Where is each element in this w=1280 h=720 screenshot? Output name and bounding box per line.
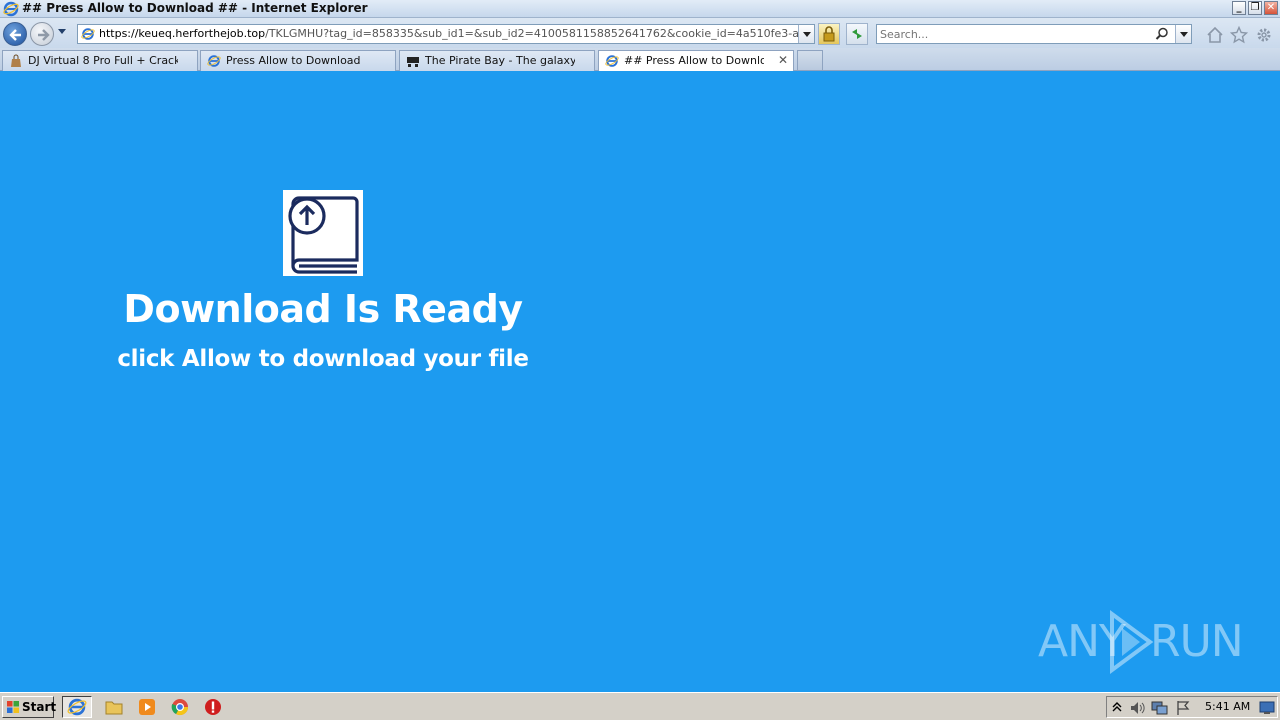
minimize-button[interactable]: _ [1232, 1, 1246, 15]
recent-pages-dropdown[interactable] [58, 29, 66, 34]
bag-icon [11, 54, 21, 67]
favorites-star-icon[interactable] [1230, 26, 1248, 44]
home-icon[interactable] [1206, 26, 1224, 44]
address-dropdown-button[interactable] [798, 25, 814, 43]
window-title: ## Press Allow to Download ## - Internet… [22, 1, 368, 15]
tab-label: DJ Virtual 8 Pro Full + Crack [28, 54, 178, 67]
back-arrow-icon [9, 29, 21, 41]
action-center-flag-icon[interactable] [1175, 700, 1191, 716]
tab-press-allow[interactable]: Press Allow to Download [200, 50, 396, 71]
search-input[interactable] [880, 26, 1160, 42]
taskbar-explorer-button[interactable] [100, 696, 130, 718]
back-button[interactable] [3, 22, 27, 46]
forward-button[interactable] [30, 22, 54, 46]
tab-pirate-bay[interactable]: The Pirate Bay - The galaxy's m... [399, 50, 595, 71]
taskbar: Start 5:41 AM [0, 692, 1280, 720]
start-label: Start [22, 700, 57, 714]
page-subheadline: click Allow to download your file [117, 346, 529, 372]
window-title-bar: ## Press Allow to Download ## - Internet… [0, 0, 1280, 18]
tray-expand-icon[interactable] [1111, 700, 1123, 714]
search-box[interactable] [876, 24, 1192, 44]
forward-arrow-icon [38, 29, 50, 41]
tab-label: The Pirate Bay - The galaxy's m... [425, 54, 575, 67]
search-provider-dropdown[interactable] [1175, 25, 1191, 43]
ie-icon [207, 55, 221, 67]
download-book-icon [283, 190, 363, 276]
url-path: /TKLGMHU?tag_id=858335&sub_id1=&sub_id2=… [265, 27, 799, 40]
network-icon[interactable] [1151, 700, 1169, 716]
folder-icon [105, 701, 123, 715]
taskbar-ie-button[interactable] [62, 696, 92, 718]
show-desktop-icon[interactable] [1259, 700, 1275, 716]
lock-icon [823, 26, 835, 42]
url-domain: https://keueq.herforthejob.top [99, 27, 266, 40]
ie-logo-icon [3, 1, 19, 17]
media-player-icon [139, 699, 155, 715]
search-icon[interactable] [1155, 27, 1169, 41]
stop-sign-icon [205, 699, 221, 715]
tab-label: Press Allow to Download [226, 54, 361, 67]
taskbar-media-player-button[interactable] [133, 696, 163, 718]
anyrun-watermark: ANY RUN [1038, 608, 1244, 674]
watermark-text-right: RUN [1150, 616, 1244, 667]
url-text[interactable]: https://keueq.herforthejob.top/TKLGMHU?t… [99, 27, 799, 40]
taskbar-chrome-button[interactable] [166, 696, 196, 718]
navigation-bar: https://keueq.herforthejob.top/TKLGMHU?t… [0, 18, 1280, 48]
start-button[interactable]: Start [2, 696, 57, 718]
security-lock-button[interactable] [818, 23, 840, 45]
tab-strip: DJ Virtual 8 Pro Full + Crack Press Allo… [0, 48, 1280, 71]
taskbar-stop-app-button[interactable] [199, 696, 229, 718]
system-tray: 5:41 AM [1106, 696, 1278, 718]
restore-button[interactable]: ❐ [1248, 1, 1262, 15]
close-tab-icon[interactable]: ✕ [778, 53, 788, 67]
tab-dj-virtual[interactable]: DJ Virtual 8 Pro Full + Crack [2, 50, 198, 71]
ie-icon [67, 698, 87, 716]
settings-gear-icon[interactable] [1255, 26, 1273, 44]
ie-icon [605, 55, 619, 67]
close-window-button[interactable]: ✕ [1264, 1, 1278, 15]
page-headline: Download Is Ready [123, 287, 523, 331]
windows-flag-icon [7, 701, 19, 713]
page-content: Download Is Ready click Allow to downloa… [0, 71, 1280, 692]
refresh-button[interactable] [846, 23, 868, 45]
ship-icon [407, 57, 419, 67]
new-tab-button[interactable] [797, 50, 823, 71]
ie-page-icon [81, 28, 95, 40]
address-bar[interactable]: https://keueq.herforthejob.top/TKLGMHU?t… [77, 24, 815, 44]
refresh-icon [852, 29, 862, 39]
play-logo-icon [1110, 610, 1154, 674]
chrome-icon [171, 699, 189, 716]
tab-active-press-allow[interactable]: ## Press Allow to Download... ✕ [598, 50, 794, 71]
tab-label: ## Press Allow to Download... [624, 54, 764, 67]
system-clock[interactable]: 5:41 AM [1205, 700, 1250, 713]
volume-icon[interactable] [1129, 700, 1147, 716]
